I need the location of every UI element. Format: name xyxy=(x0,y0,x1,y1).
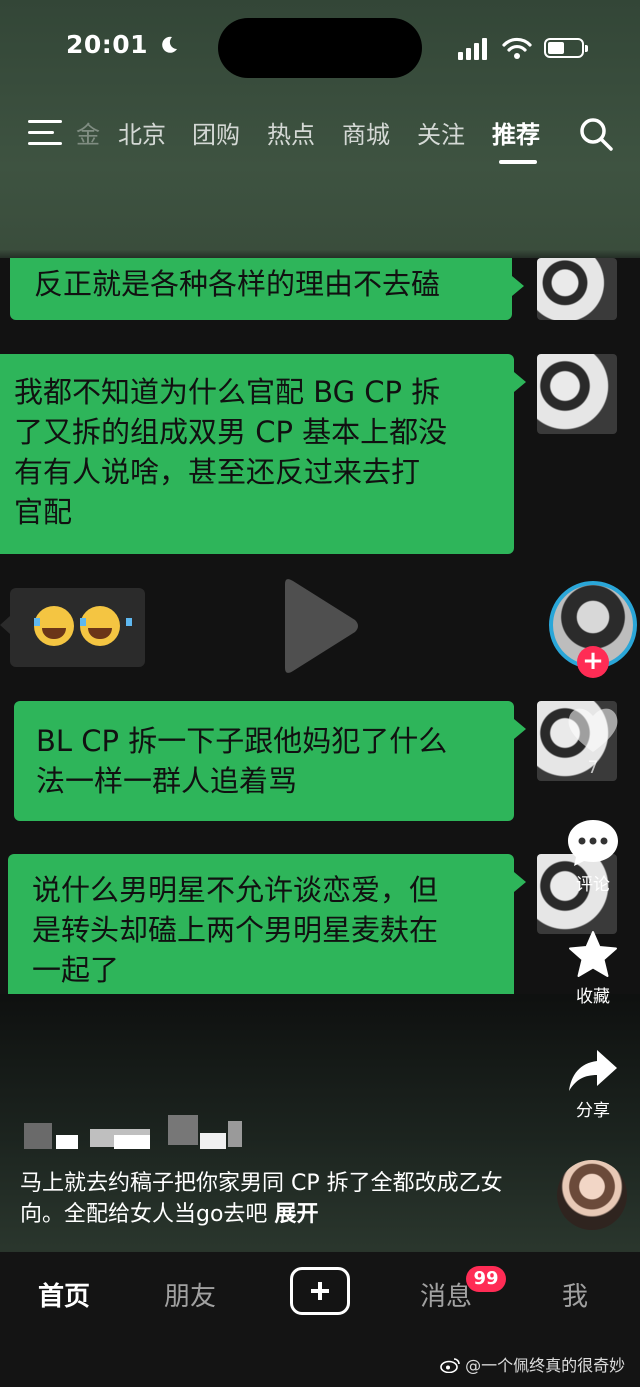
dynamic-island xyxy=(218,18,422,78)
menu-icon[interactable] xyxy=(28,120,62,146)
chat-bubble-1: 反正就是各种各样的理由不去磕 xyxy=(10,258,524,320)
watermark-text: @一个佩终真的很奇妙 xyxy=(465,1356,626,1375)
video-player[interactable]: 反正就是各种各样的理由不去磕 我都不知道为什么官配 BG CP 拆 了又拆的组成… xyxy=(0,258,640,994)
video-caption[interactable]: 马上就去约稿子把你家男同 CP 拆了全都改成乙女向。全配给女人当go去吧 展开 xyxy=(20,1168,540,1230)
chat-bubble-3: BL CP 拆一下子跟他妈犯了什么 法一样一群人追着骂 xyxy=(14,701,526,821)
create-button[interactable] xyxy=(290,1267,350,1315)
music-disc-avatar[interactable] xyxy=(557,1160,627,1230)
tab-mall[interactable]: 商城 xyxy=(342,115,390,150)
tab-friends[interactable]: 朋友 xyxy=(164,1276,216,1313)
chat-avatar xyxy=(537,258,617,320)
tab-recommended[interactable]: 推荐 xyxy=(492,115,540,150)
tab-clipped[interactable]: 金 xyxy=(76,115,100,150)
wifi-icon xyxy=(502,37,532,59)
status-time: 20:01 xyxy=(66,30,179,59)
author-name-blurred[interactable] xyxy=(24,1115,242,1151)
joy-emoji-icon xyxy=(34,606,86,646)
collect-button[interactable]: 收藏 xyxy=(560,930,626,1007)
chat-bubble-4: 说什么男明星不允许谈恋爱，但 是转头却磕上两个男明星麦麸在 一起了 xyxy=(8,854,526,994)
bottom-nav: 首页 朋友 消息 99 我 @一个佩终真的很奇妙 xyxy=(0,1252,640,1387)
weibo-watermark: @一个佩终真的很奇妙 xyxy=(440,1352,625,1376)
messages-badge: 99 xyxy=(466,1266,506,1292)
tab-following[interactable]: 关注 xyxy=(417,115,465,150)
follow-plus-icon[interactable]: + xyxy=(577,646,609,678)
star-icon xyxy=(569,931,617,977)
like-button[interactable]: 7 xyxy=(560,704,626,778)
like-count: 7 xyxy=(587,758,599,778)
comment-icon xyxy=(568,820,618,866)
tab-me[interactable]: 我 xyxy=(562,1276,588,1313)
battery-icon xyxy=(544,38,588,58)
top-nav: 金 北京 团购 热点 商城 关注 推荐 xyxy=(0,110,640,164)
weibo-logo-icon xyxy=(440,1358,460,1374)
tab-home[interactable]: 首页 xyxy=(38,1276,90,1313)
tab-beijing[interactable]: 北京 xyxy=(118,115,166,150)
collect-label: 收藏 xyxy=(576,987,610,1007)
comment-button[interactable]: 评论 xyxy=(560,818,626,895)
joy-emoji-icon xyxy=(80,606,132,646)
chat-bubble-2: 我都不知道为什么官配 BG CP 拆 了又拆的组成双男 CP 基本上都没 有有人… xyxy=(0,354,526,554)
chat-bubble-emoji xyxy=(0,588,145,667)
moon-icon xyxy=(162,36,178,53)
comment-label: 评论 xyxy=(576,875,610,895)
active-tab-indicator xyxy=(499,160,537,164)
tab-trending[interactable]: 热点 xyxy=(267,115,315,150)
expand-link[interactable]: 展开 xyxy=(274,1202,318,1227)
tab-messages[interactable]: 消息 xyxy=(420,1276,472,1313)
play-icon[interactable] xyxy=(277,576,361,676)
chat-avatar xyxy=(537,354,617,434)
heart-icon xyxy=(568,708,618,752)
share-label: 分享 xyxy=(576,1101,610,1121)
tab-group-buy[interactable]: 团购 xyxy=(192,115,240,150)
share-arrow-icon xyxy=(569,1050,617,1091)
share-button[interactable]: 分享 xyxy=(560,1048,626,1121)
search-icon[interactable] xyxy=(578,116,614,152)
caption-text: 马上就去约稿子把你家男同 CP 拆了全都改成乙女向。全配给女人当go去吧 xyxy=(20,1171,503,1227)
